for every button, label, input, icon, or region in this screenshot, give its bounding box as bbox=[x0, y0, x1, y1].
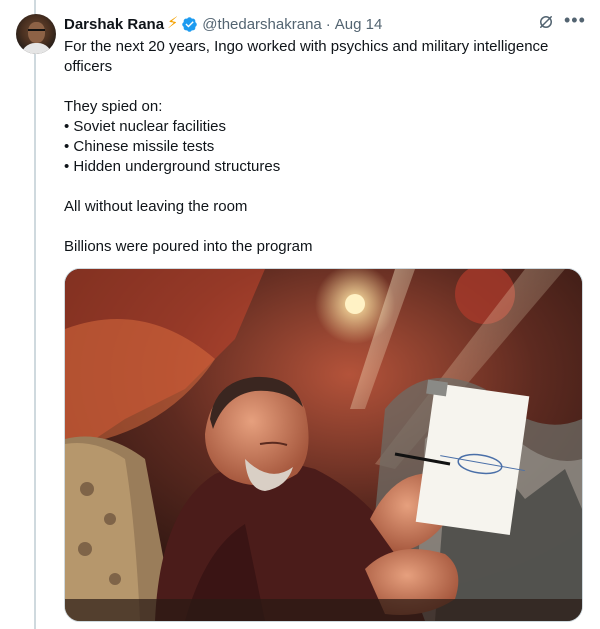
separator-dot: · bbox=[325, 15, 331, 33]
more-icon[interactable]: ••• bbox=[564, 11, 585, 29]
tweet-line: • Soviet nuclear facilities bbox=[64, 118, 226, 135]
author-handle[interactable]: @thedarshakrana bbox=[202, 16, 321, 33]
avatar[interactable] bbox=[16, 14, 56, 54]
verified-badge-icon bbox=[182, 16, 198, 32]
tweet-line: For the next 20 years, Ingo worked with … bbox=[64, 38, 549, 75]
tweet-date[interactable]: Aug 14 bbox=[335, 16, 383, 33]
tweet-line: All without leaving the room bbox=[64, 198, 248, 215]
tweet-photo[interactable] bbox=[64, 268, 583, 622]
tweet[interactable]: Darshak Rana ⚡ @thedarshakrana · Aug 14 … bbox=[0, 0, 600, 629]
grok-icon[interactable] bbox=[537, 13, 555, 31]
tweet-line: Billions were poured into the program bbox=[64, 238, 313, 255]
tweet-line: They spied on: bbox=[64, 98, 163, 115]
tweet-line: • Hidden underground structures bbox=[64, 158, 281, 175]
tweet-header: Darshak Rana ⚡ @thedarshakrana · Aug 14 bbox=[64, 14, 382, 34]
photo-illustration bbox=[65, 269, 582, 621]
lightning-emoji: ⚡ bbox=[167, 15, 179, 32]
author-name[interactable]: Darshak Rana bbox=[64, 16, 164, 33]
tweet-text: For the next 20 years, Ingo worked with … bbox=[64, 37, 584, 257]
tweet-line: • Chinese missile tests bbox=[64, 138, 215, 155]
